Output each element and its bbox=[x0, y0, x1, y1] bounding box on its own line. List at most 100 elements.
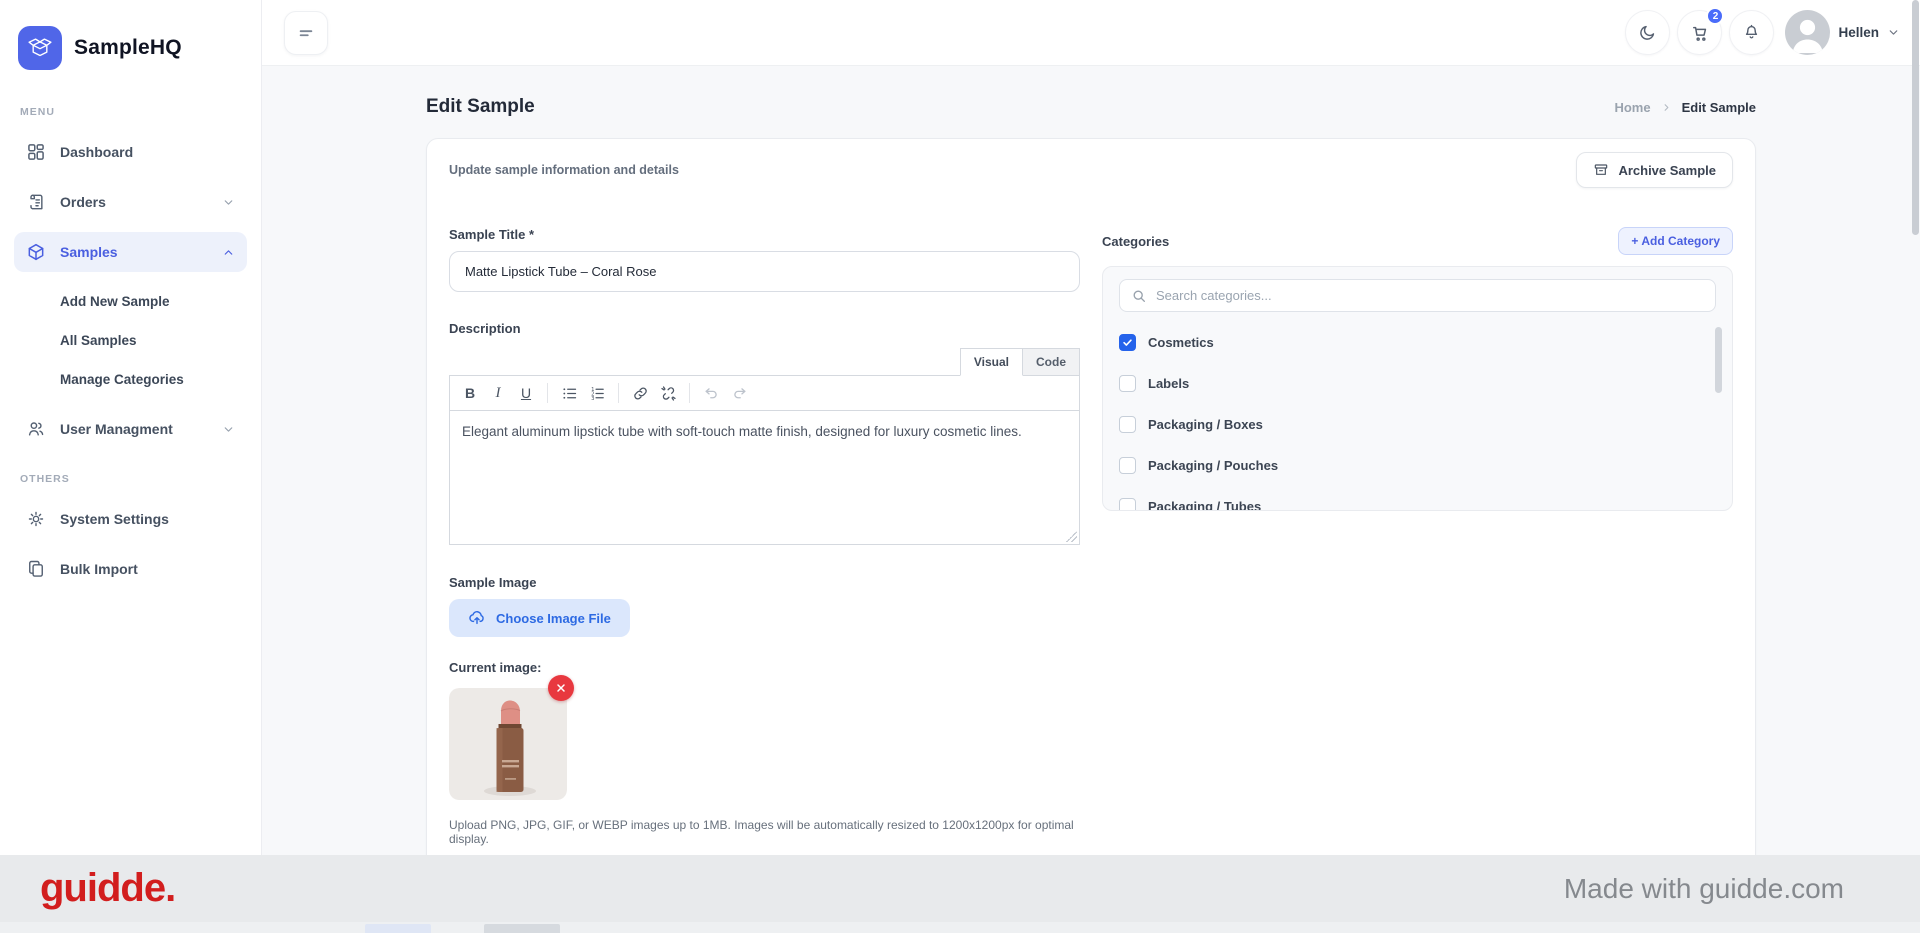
breadcrumb-current: Edit Sample bbox=[1682, 100, 1756, 115]
sidebar-item-dashboard[interactable]: Dashboard bbox=[14, 132, 247, 172]
sidebar-label-dashboard: Dashboard bbox=[60, 144, 133, 160]
numbered-list-button[interactable]: 1 2 3 bbox=[584, 380, 610, 406]
category-search-input[interactable] bbox=[1156, 288, 1704, 303]
sidebar-item-bulk-import[interactable]: Bulk Import bbox=[14, 549, 247, 589]
toolbar-divider bbox=[618, 383, 619, 403]
categories-panel: Cosmetics Labels bbox=[1102, 266, 1733, 511]
sidebar-item-user-management[interactable]: User Managment bbox=[14, 409, 247, 449]
categories-column: Categories + Add Category bbox=[1102, 227, 1733, 882]
brand-logo[interactable]: SampleHQ bbox=[18, 26, 243, 70]
sidebar-item-manage-categories[interactable]: Manage Categories bbox=[14, 360, 247, 399]
description-editor[interactable]: Elegant aluminum lipstick tube with soft… bbox=[449, 411, 1080, 545]
form-left-column: Sample Title * Description Visual Code B… bbox=[449, 227, 1080, 882]
guidde-logo: guidde. bbox=[40, 866, 175, 911]
notifications-button[interactable] bbox=[1729, 10, 1774, 55]
categories-header: Categories + Add Category bbox=[1102, 227, 1733, 255]
sidebar-label-samples: Samples bbox=[60, 244, 118, 260]
breadcrumb-home-link[interactable]: Home bbox=[1614, 100, 1650, 115]
topbar-actions: 2 Hellen bbox=[1625, 10, 1900, 55]
underline-button[interactable]: U bbox=[513, 380, 539, 406]
card-header: Update sample information and details Ar… bbox=[427, 139, 1755, 189]
upload-hint-text: Upload PNG, JPG, GIF, or WEBP images up … bbox=[449, 818, 1080, 846]
dashboard-icon bbox=[26, 142, 46, 162]
checkbox-icon[interactable] bbox=[1119, 375, 1136, 392]
checkbox-checked-icon[interactable] bbox=[1119, 334, 1136, 351]
card-subtitle: Update sample information and details bbox=[449, 163, 679, 177]
topbar: 2 Hellen bbox=[262, 0, 1920, 66]
lipstick-product-image bbox=[449, 688, 567, 800]
orders-icon bbox=[26, 192, 46, 212]
checkbox-icon[interactable] bbox=[1119, 416, 1136, 433]
users-icon bbox=[26, 419, 46, 439]
sidebar-toggle-button[interactable] bbox=[284, 11, 328, 55]
category-list: Cosmetics Labels bbox=[1119, 322, 1716, 511]
partial-button-fragment bbox=[365, 924, 431, 933]
category-row-packaging-tubes[interactable]: Packaging / Tubes bbox=[1119, 486, 1716, 511]
brand-name: SampleHQ bbox=[74, 36, 182, 60]
sidebar-item-all-samples[interactable]: All Samples bbox=[14, 321, 247, 360]
gear-icon bbox=[26, 509, 46, 529]
choose-image-label: Choose Image File bbox=[496, 611, 611, 626]
choose-image-button[interactable]: Choose Image File bbox=[449, 599, 630, 637]
archive-box-icon bbox=[1593, 162, 1609, 178]
archive-sample-button[interactable]: Archive Sample bbox=[1576, 152, 1733, 188]
main-content: Edit Sample Home Edit Sample Update samp… bbox=[262, 66, 1920, 933]
guidde-footer: guidde. Made with guidde.com bbox=[0, 855, 1920, 922]
sidebar-label-user-management: User Managment bbox=[60, 421, 173, 437]
sidebar-section-others: OTHERS bbox=[20, 473, 241, 485]
cart-button[interactable]: 2 bbox=[1677, 10, 1722, 55]
sidebar-item-samples[interactable]: Samples bbox=[14, 232, 247, 272]
copy-pages-icon bbox=[26, 559, 46, 579]
page-bottom-strip bbox=[0, 922, 1920, 933]
archive-button-label: Archive Sample bbox=[1618, 163, 1716, 178]
upload-cloud-icon bbox=[468, 609, 486, 627]
category-label: Packaging / Tubes bbox=[1148, 499, 1261, 511]
editor-tabs: Visual Code bbox=[449, 348, 1080, 376]
chevron-right-icon bbox=[1661, 102, 1672, 113]
toolbar-divider bbox=[689, 383, 690, 403]
description-text: Elegant aluminum lipstick tube with soft… bbox=[462, 424, 1022, 439]
category-list-scrollbar[interactable] bbox=[1715, 327, 1722, 393]
tab-code[interactable]: Code bbox=[1023, 348, 1080, 376]
window-scrollbar[interactable] bbox=[1912, 0, 1919, 235]
sidebar: SampleHQ MENU Dashboard Orders bbox=[0, 0, 262, 933]
italic-button[interactable]: I bbox=[485, 380, 511, 406]
page-title: Edit Sample bbox=[426, 96, 535, 118]
chevron-down-icon bbox=[222, 423, 235, 436]
checkbox-icon[interactable] bbox=[1119, 457, 1136, 474]
hamburger-icon bbox=[297, 24, 315, 42]
dark-mode-button[interactable] bbox=[1625, 10, 1670, 55]
resize-handle[interactable] bbox=[1066, 531, 1077, 542]
search-icon bbox=[1131, 288, 1147, 304]
sample-title-input[interactable] bbox=[449, 251, 1080, 292]
remove-image-button[interactable] bbox=[548, 675, 574, 701]
category-row-packaging-boxes[interactable]: Packaging / Boxes bbox=[1119, 404, 1716, 445]
bullet-list-button[interactable] bbox=[556, 380, 582, 406]
bold-button[interactable]: B bbox=[457, 380, 483, 406]
tab-visual[interactable]: Visual bbox=[960, 348, 1023, 376]
toolbar-divider bbox=[547, 383, 548, 403]
sidebar-label-orders: Orders bbox=[60, 194, 106, 210]
category-row-labels[interactable]: Labels bbox=[1119, 363, 1716, 404]
cart-count-badge: 2 bbox=[1706, 7, 1724, 25]
sidebar-item-add-new-sample[interactable]: Add New Sample bbox=[14, 282, 247, 321]
add-category-button[interactable]: + Add Category bbox=[1618, 227, 1733, 255]
sidebar-item-orders[interactable]: Orders bbox=[14, 182, 247, 222]
unlink-button[interactable] bbox=[655, 380, 681, 406]
category-label: Cosmetics bbox=[1148, 335, 1214, 350]
sidebar-item-system-settings[interactable]: System Settings bbox=[14, 499, 247, 539]
category-row-cosmetics[interactable]: Cosmetics bbox=[1119, 322, 1716, 363]
moon-icon bbox=[1638, 23, 1657, 42]
partial-button-fragment bbox=[484, 924, 560, 933]
editor-toolbar: B I U 1 bbox=[449, 375, 1080, 411]
chevron-down-icon bbox=[1887, 26, 1900, 39]
category-row-packaging-pouches[interactable]: Packaging / Pouches bbox=[1119, 445, 1716, 486]
redo-button[interactable] bbox=[726, 380, 752, 406]
breadcrumb: Home Edit Sample bbox=[1614, 100, 1756, 115]
user-menu[interactable]: Hellen bbox=[1785, 10, 1900, 55]
undo-button[interactable] bbox=[698, 380, 724, 406]
sample-title-label: Sample Title * bbox=[449, 227, 1080, 242]
bell-icon bbox=[1742, 23, 1761, 42]
checkbox-icon[interactable] bbox=[1119, 498, 1136, 511]
link-button[interactable] bbox=[627, 380, 653, 406]
